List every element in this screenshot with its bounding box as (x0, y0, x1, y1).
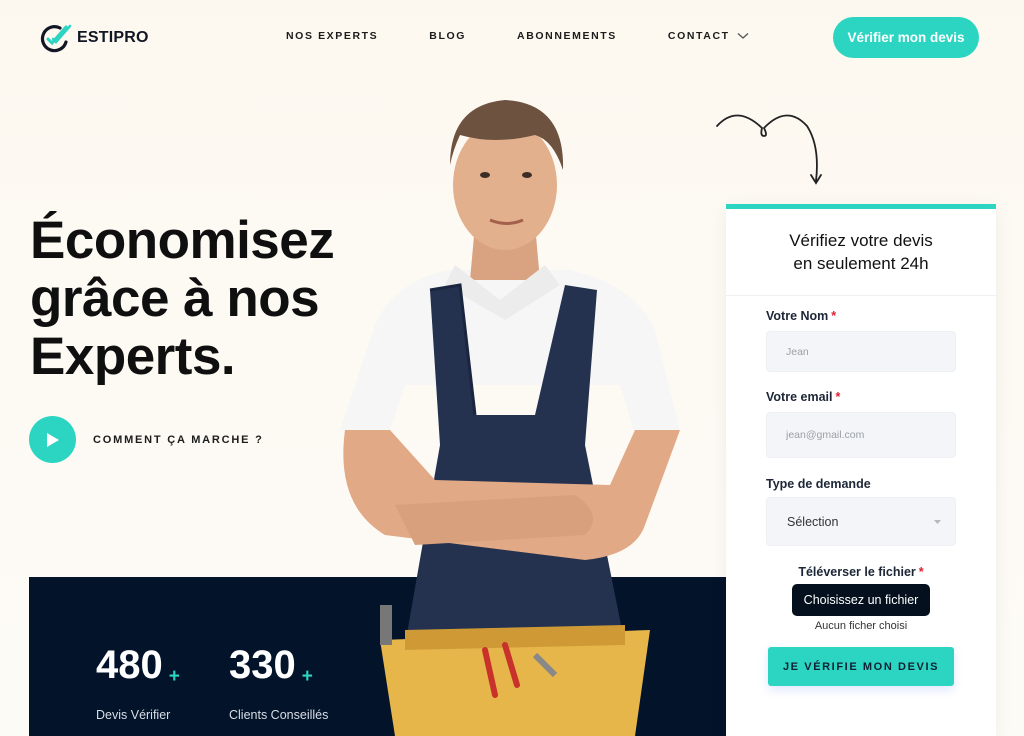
stat-label: Devis Vérifier (96, 708, 171, 722)
request-type-label: Type de demande (766, 477, 871, 491)
nav-label: BLOG (429, 30, 467, 42)
required-mark: * (831, 309, 837, 323)
request-type-value: Sélection (787, 514, 839, 529)
hero-title: Économisez grâce à nos Experts. (30, 211, 335, 386)
play-icon (46, 432, 59, 447)
card-header: Vérifiez votre devis en seulement 24h (726, 209, 996, 296)
upload-label-text: Téléverser le fichier (798, 565, 916, 579)
form-title: Vérifiez votre devis en seulement 24h (789, 231, 933, 273)
nav-label: CONTACT (667, 30, 730, 42)
email-input[interactable] (766, 412, 956, 458)
quote-form-card: Vérifiez votre devis en seulement 24h Vo… (726, 204, 996, 736)
how-it-works-label: COMMENT ÇA MARCHE ? (93, 433, 264, 446)
name-input[interactable] (766, 331, 956, 372)
required-mark: * (918, 565, 924, 579)
nav-label: ABONNEMENTS (517, 30, 617, 42)
nav-label: NOS EXPERTS (286, 30, 379, 42)
required-mark: * (835, 390, 841, 404)
expert-worker-image (340, 100, 680, 736)
caret-down-icon (934, 519, 941, 524)
stat-quotes: 480 + Devis Vérifier (96, 641, 180, 722)
stat-value: 480 (96, 643, 163, 687)
curly-arrow-icon (716, 114, 822, 185)
play-button[interactable] (29, 416, 76, 463)
logo[interactable]: ESTIPRO (40, 22, 149, 54)
plus-icon: + (301, 666, 313, 687)
upload-section: Téléverser le fichier * Choisissez un fic… (766, 565, 956, 632)
verify-quote-button[interactable]: Vérifier mon devis (833, 17, 979, 58)
nav-item-abonnements[interactable]: ABONNEMENTS (517, 30, 617, 42)
main-nav: NOS EXPERTS BLOG ABONNEMENTS CONTACT (286, 30, 749, 42)
submit-button[interactable]: JE VÉRIFIE MON DEVIS (768, 647, 954, 686)
stat-value: 330 (229, 643, 296, 687)
nav-item-contact[interactable]: CONTACT (668, 30, 749, 42)
request-type-select[interactable]: Sélection (766, 497, 956, 546)
name-label: Votre Nom * (766, 309, 956, 323)
logo-text: ESTIPRO (77, 29, 149, 46)
nav-item-blog[interactable]: BLOG (429, 30, 466, 42)
plus-icon: + (168, 666, 180, 687)
file-status: Aucun ficher choisi (814, 620, 908, 632)
stat-label: Clients Conseillés (229, 708, 329, 722)
choose-file-button[interactable]: Choisissez un fichier (791, 584, 931, 616)
nav-item-nos-experts[interactable]: NOS EXPERTS (286, 30, 378, 42)
logo-check-icon (40, 24, 72, 53)
name-label-text: Votre Nom (766, 309, 829, 323)
email-label: Votre email * (766, 390, 956, 404)
stat-clients: 330 + Clients Conseillés (229, 641, 328, 722)
email-label-text: Votre email (766, 390, 833, 404)
chevron-down-icon (737, 33, 749, 39)
quote-form: Votre Nom* Votre email* Type de demande … (726, 309, 996, 686)
upload-label: Téléverser le fichier * (766, 565, 956, 579)
how-it-works-link[interactable]: COMMENT ÇA MARCHE ? (29, 416, 264, 463)
